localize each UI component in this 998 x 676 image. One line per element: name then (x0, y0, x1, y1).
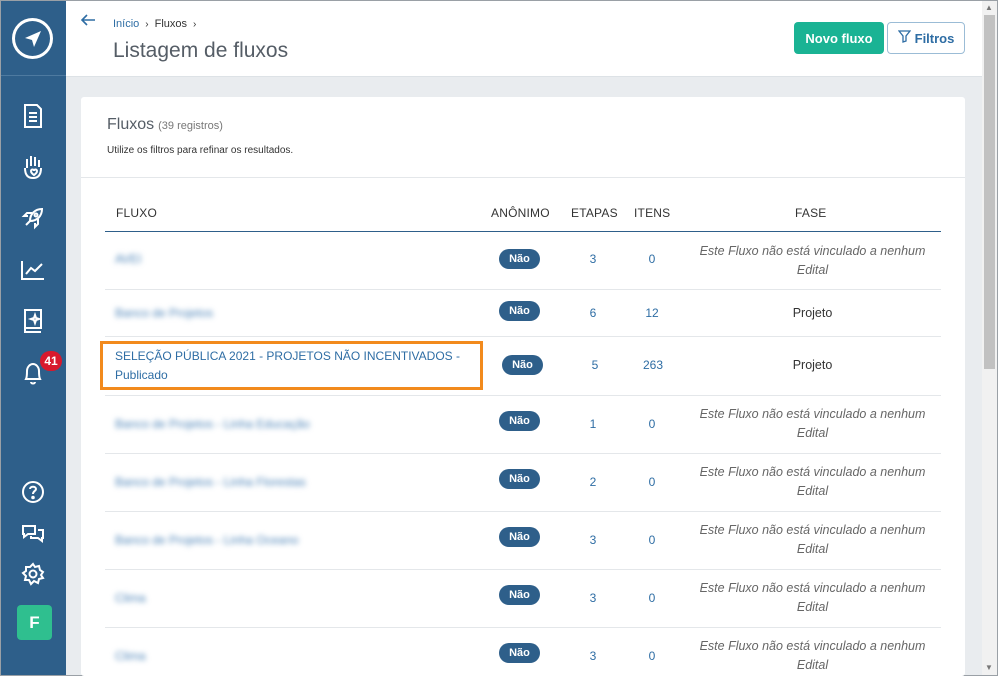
notification-badge: 41 (40, 351, 62, 371)
gear-icon[interactable] (19, 560, 47, 588)
sidebar: 41 F (1, 1, 66, 675)
breadcrumb-current: Fluxos (154, 18, 188, 30)
table-row[interactable]: Banco de Projetos - Linha Oceano Não 3 0… (105, 512, 941, 570)
anonymous-badge: Não (499, 585, 540, 605)
fase-text: Projeto (792, 306, 833, 320)
anonymous-badge: Não (499, 527, 540, 547)
etapas-count[interactable]: 3 (578, 533, 608, 547)
column-header-fluxo[interactable]: FLUXO (116, 206, 157, 220)
itens-count[interactable]: 0 (637, 649, 667, 663)
fase-text: Este Fluxo não está vinculado a nenhum E… (699, 523, 926, 556)
card-subtitle: Utilize os filtros para refinar os resul… (107, 145, 294, 156)
etapas-count[interactable]: 5 (580, 358, 610, 372)
fase-text: Este Fluxo não está vinculado a nenhum E… (699, 465, 926, 498)
table-row[interactable]: AVEI Não 3 0 Este Fluxo não está vincula… (105, 232, 941, 290)
fase-text: Este Fluxo não está vinculado a nenhum E… (699, 244, 926, 277)
etapas-count[interactable]: 1 (578, 417, 608, 431)
chevron-right-icon: › (193, 18, 197, 30)
itens-count[interactable]: 0 (637, 533, 667, 547)
fase-text: Este Fluxo não está vinculado a nenhum E… (699, 581, 926, 614)
book-star-icon[interactable] (19, 307, 47, 335)
rocket-icon[interactable] (19, 204, 47, 232)
etapas-count[interactable]: 6 (578, 306, 608, 320)
chevron-right-icon: › (145, 18, 149, 30)
scroll-up-arrow-icon[interactable]: ▲ (985, 3, 993, 12)
breadcrumb-home[interactable]: Início (113, 18, 139, 30)
sidebar-divider (1, 75, 66, 76)
anonymous-badge: Não (499, 643, 540, 663)
filters-button-label: Filtros (914, 30, 955, 46)
hand-heart-icon[interactable] (19, 153, 47, 181)
flow-name-link[interactable]: Banco de Projetos (115, 306, 213, 320)
filter-icon (897, 30, 911, 46)
flow-name-link[interactable]: Banco de Projetos - Linha Florestas (115, 475, 306, 489)
column-header-anonimo[interactable]: ANÔNIMO (491, 206, 550, 220)
table-row[interactable]: Banco de Projetos - Linha Educação Não 1… (105, 396, 941, 454)
page-title: Listagem de fluxos (113, 39, 289, 62)
itens-count[interactable]: 0 (637, 591, 667, 605)
itens-count[interactable]: 0 (637, 417, 667, 431)
filters-button[interactable]: Filtros (887, 22, 965, 54)
itens-count[interactable]: 0 (637, 252, 667, 266)
anonymous-badge: Não (499, 469, 540, 489)
new-flow-button[interactable]: Novo fluxo (794, 22, 884, 54)
app-logo[interactable] (12, 18, 53, 59)
itens-count[interactable]: 0 (637, 475, 667, 489)
etapas-count[interactable]: 2 (578, 475, 608, 489)
breadcrumb: Início › Fluxos › (113, 18, 196, 30)
anonymous-badge: Não (502, 355, 543, 375)
card-title: Fluxos (39 registros) (107, 116, 223, 134)
flow-name-link[interactable]: Clima (115, 591, 146, 605)
column-header-etapas[interactable]: ETAPAS (571, 206, 618, 220)
chart-icon[interactable] (19, 256, 47, 284)
etapas-count[interactable]: 3 (578, 591, 608, 605)
column-header-itens[interactable]: ITENS (634, 206, 670, 220)
flow-name-link[interactable]: Banco de Projetos - Linha Educação (115, 417, 310, 431)
user-avatar[interactable]: F (17, 605, 52, 640)
itens-count[interactable]: 263 (638, 358, 668, 372)
help-icon[interactable] (19, 478, 47, 506)
etapas-count[interactable]: 3 (578, 649, 608, 663)
table-row[interactable]: Clima Não 3 0 Este Fluxo não está vincul… (105, 628, 941, 676)
flow-name-link[interactable]: Banco de Projetos - Linha Oceano (115, 533, 298, 547)
scroll-down-arrow-icon[interactable]: ▼ (985, 663, 993, 672)
card-divider (81, 177, 965, 178)
itens-count[interactable]: 12 (637, 306, 667, 320)
card-title-text: Fluxos (107, 116, 155, 133)
scrollbar-thumb[interactable] (984, 15, 995, 369)
page-scrollbar[interactable]: ▲ ▼ (982, 1, 997, 675)
document-icon[interactable] (19, 102, 47, 130)
flow-name-link[interactable]: Clima (115, 649, 146, 663)
fase-text: Este Fluxo não está vinculado a nenhum E… (699, 639, 926, 672)
anonymous-badge: Não (499, 301, 540, 321)
table-row[interactable]: Banco de Projetos - Linha Florestas Não … (105, 454, 941, 512)
fase-text: Projeto (792, 358, 833, 372)
flow-name-link[interactable]: SELEÇÃO PÚBLICA 2021 - PROJETOS NÃO INCE… (115, 347, 480, 385)
table-row[interactable]: Banco de Projetos Não 6 12 Projeto (105, 290, 941, 337)
chat-icon[interactable] (19, 519, 47, 547)
fase-text: Este Fluxo não está vinculado a nenhum E… (699, 407, 926, 440)
anonymous-badge: Não (499, 249, 540, 269)
table-row[interactable]: Clima Não 3 0 Este Fluxo não está vincul… (105, 570, 941, 628)
column-header-fase[interactable]: FASE (795, 206, 826, 220)
paper-plane-logo-icon (15, 21, 50, 56)
anonymous-badge: Não (499, 411, 540, 431)
page-header: Início › Fluxos › Listagem de fluxos Nov… (66, 1, 982, 77)
etapas-count[interactable]: 3 (578, 252, 608, 266)
flow-name-link[interactable]: AVEI (115, 252, 141, 266)
back-arrow-icon[interactable] (80, 13, 96, 32)
record-count: (39 registros) (158, 120, 223, 132)
